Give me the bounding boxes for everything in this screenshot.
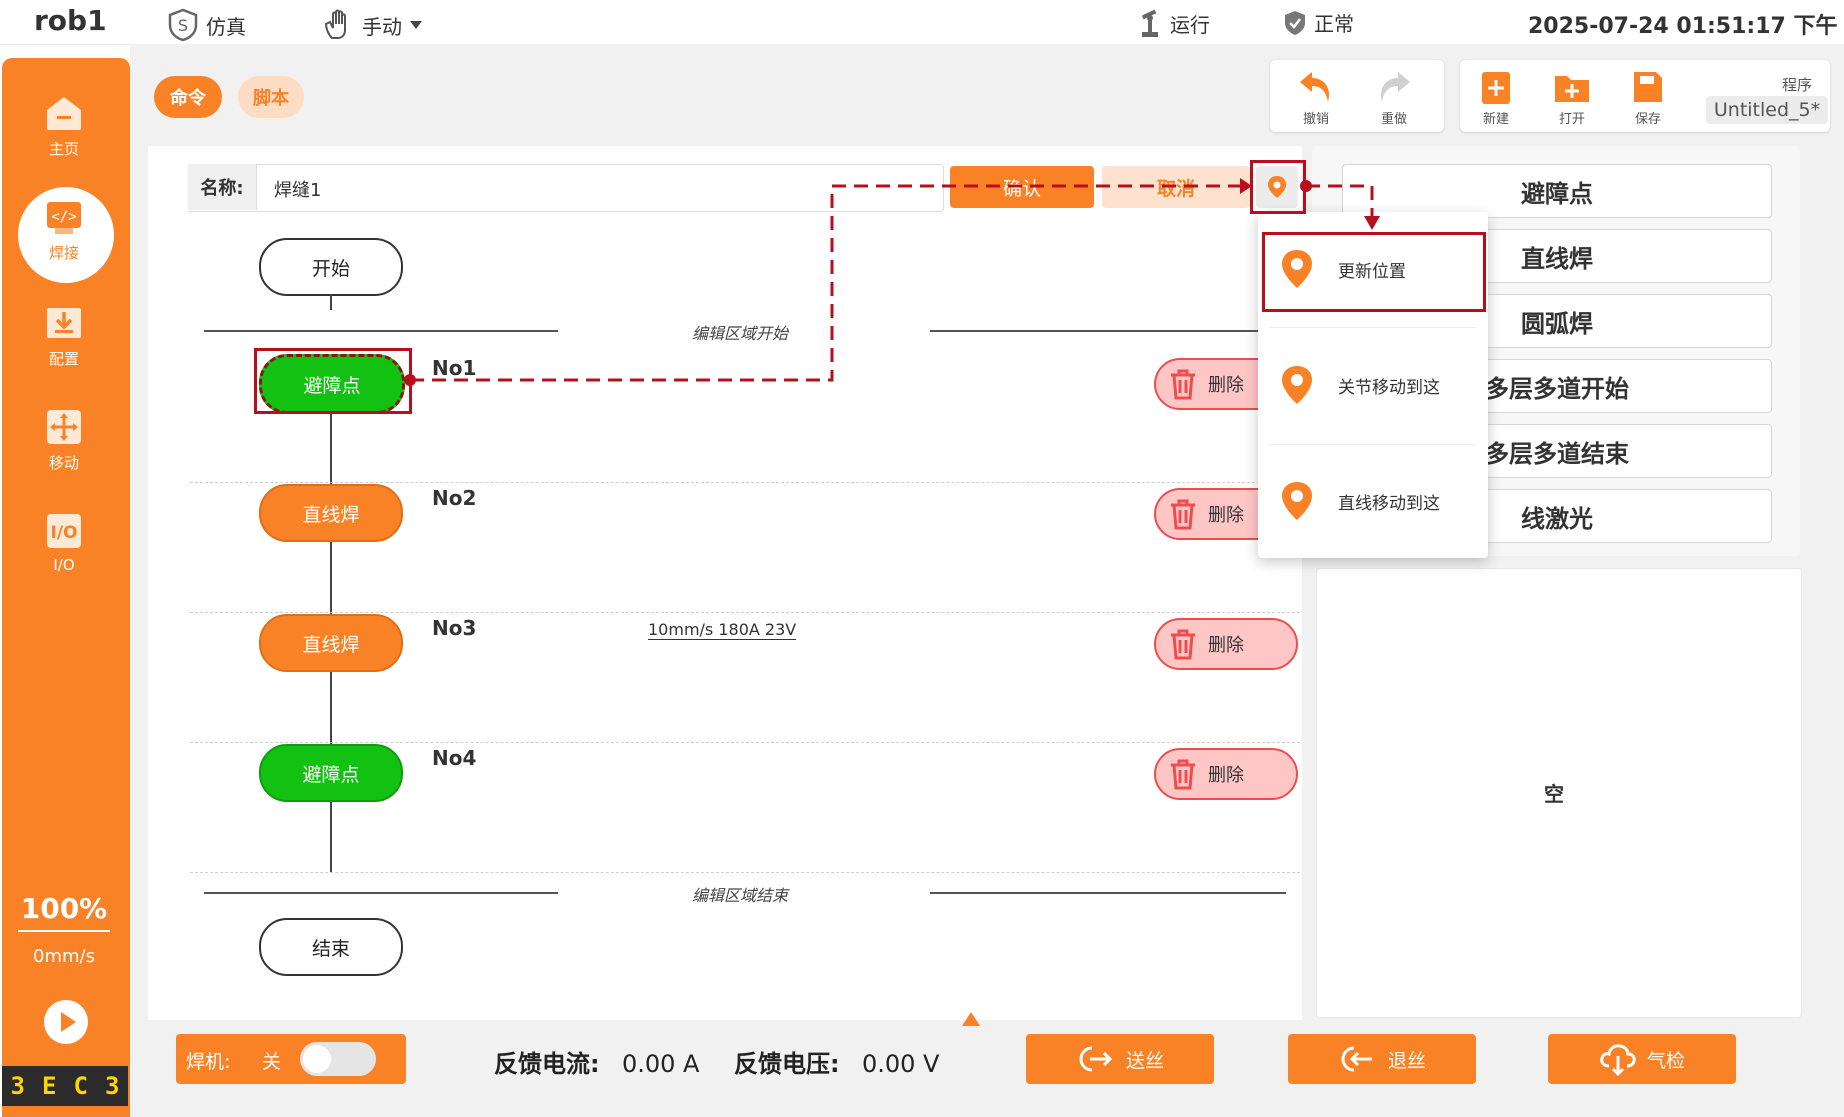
feedback-current-value: 0.00 A <box>621 1050 700 1078</box>
feedback-voltage: 反馈电压: 0.00 V <box>734 1044 939 1079</box>
welder-toggle[interactable] <box>300 1042 376 1076</box>
wire-retract-button[interactable]: 退丝 <box>1288 1034 1476 1084</box>
feedback-voltage-value: 0.00 V <box>861 1050 940 1078</box>
welder-label: 焊机: <box>186 1051 231 1073</box>
welder-state: 关 <box>262 1051 282 1073</box>
toggle-knob <box>303 1045 331 1073</box>
wire-feed-icon <box>1079 1046 1113 1072</box>
gas-cloud-icon <box>1600 1044 1636 1076</box>
gas-check-label: 气检 <box>1646 1049 1685 1072</box>
gas-check-button[interactable]: 气检 <box>1548 1034 1736 1084</box>
welder-switch-box: 焊机: 关 <box>176 1034 406 1084</box>
annotation-arrows <box>404 178 1380 386</box>
wire-feed-label: 送丝 <box>1125 1049 1164 1072</box>
wire-retract-icon <box>1341 1046 1372 1072</box>
feedback-current: 反馈电流: 0.00 A <box>494 1044 699 1079</box>
feedback-voltage-label: 反馈电压: <box>734 1050 840 1078</box>
expand-panel-arrow[interactable] <box>962 1012 980 1026</box>
feedback-current-label: 反馈电流: <box>494 1050 600 1078</box>
wire-retract-label: 退丝 <box>1387 1049 1426 1072</box>
wire-feed-button[interactable]: 送丝 <box>1026 1034 1214 1084</box>
